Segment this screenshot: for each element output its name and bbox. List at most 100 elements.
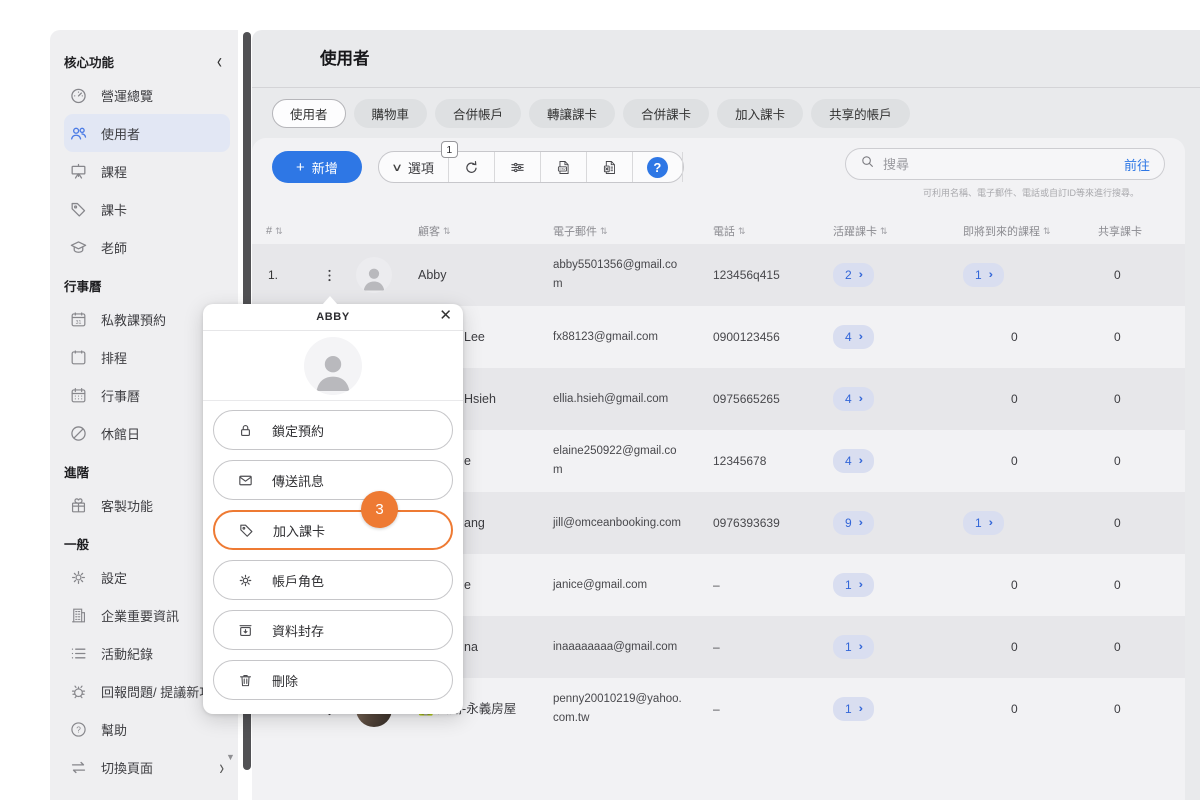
- customer-phone: –: [713, 640, 833, 654]
- sort-icon: ⇅: [600, 226, 608, 237]
- table-header-row: # ⇅ 顧客 ⇅ 電子郵件 ⇅ 電話 ⇅ 活躍課卡 ⇅ 即將到來的課程 ⇅ 共享…: [252, 218, 1185, 244]
- customer-name[interactable]: Abby: [418, 266, 553, 285]
- bug-icon: [69, 682, 88, 701]
- help-icon: ?: [69, 720, 88, 739]
- chevron-right-icon: ›: [858, 393, 862, 405]
- sidebar-item[interactable]: 使用者: [64, 114, 230, 152]
- sidebar-scroll-down-icon[interactable]: ▼: [226, 752, 235, 762]
- tab-0[interactable]: 使用者: [272, 99, 346, 128]
- sort-icon: ⇅: [880, 226, 888, 237]
- help-button[interactable]: ?: [633, 152, 683, 182]
- close-icon[interactable]: ✕: [439, 308, 452, 323]
- popup-menu-item-2[interactable]: 加入課卡 3: [213, 510, 453, 550]
- shared-cards-value: 0: [1098, 454, 1178, 468]
- shared-cards-value: 0: [1098, 268, 1178, 282]
- gauge-icon: [69, 86, 88, 105]
- options-dropdown-button[interactable]: ∨ 選項: [379, 152, 449, 182]
- active-cards-pill[interactable]: 4›: [833, 387, 874, 411]
- popup-menu-item-4[interactable]: 資料封存: [213, 610, 453, 650]
- customer-email: abby5501356@gmail.com: [553, 256, 685, 294]
- sidebar-item[interactable]: 課程: [64, 152, 230, 190]
- tab-2[interactable]: 合併帳戶: [435, 99, 521, 128]
- tab-5[interactable]: 加入課卡: [717, 99, 803, 128]
- popup-menu-item-1[interactable]: 傳送訊息: [213, 460, 453, 500]
- svg-text:?: ?: [76, 724, 81, 734]
- chevron-right-icon: ›: [858, 579, 862, 591]
- upcoming-classes-value: 0: [963, 454, 1018, 468]
- sidebar-item[interactable]: 老師: [64, 228, 230, 266]
- column-header[interactable]: 活躍課卡 ⇅: [833, 223, 963, 239]
- active-cards-pill[interactable]: 1›: [833, 697, 874, 721]
- sidebar-item[interactable]: 切換頁面 ›: [64, 748, 230, 786]
- active-cards-pill[interactable]: 1›: [833, 573, 874, 597]
- search-go-button[interactable]: 前往: [1124, 155, 1150, 174]
- upcoming-classes-value: 0: [963, 392, 1018, 406]
- avatar: [356, 257, 392, 293]
- popup-menu: 鎖定預約 傳送訊息 加入課卡 3 帳戶角色 資料封存 刪除: [203, 401, 463, 714]
- active-cards-pill[interactable]: 1›: [833, 635, 874, 659]
- chevron-right-icon: ›: [988, 269, 992, 281]
- customer-email: jill@omceanbooking.com: [553, 514, 685, 533]
- active-cards-pill[interactable]: 2›: [833, 263, 874, 287]
- chevron-right-icon: ›: [858, 331, 862, 343]
- calendar31-icon: 31: [69, 310, 88, 329]
- upcoming-classes-value: 0: [963, 640, 1018, 654]
- customer-phone: –: [713, 578, 833, 592]
- active-cards-pill[interactable]: 9›: [833, 511, 874, 535]
- customer-phone: 123456q415: [713, 268, 833, 282]
- column-header[interactable]: 電子郵件 ⇅: [553, 223, 713, 239]
- lock-icon: [237, 422, 254, 439]
- tag-icon: [238, 522, 255, 539]
- column-header[interactable]: # ⇅: [266, 225, 318, 237]
- chevron-down-icon: ∨: [391, 161, 403, 174]
- mail-icon: [237, 472, 254, 489]
- column-header[interactable]: 顧客 ⇅: [418, 223, 553, 239]
- sidebar-item[interactable]: 營運總覽: [64, 76, 230, 114]
- upcoming-classes-value: 0: [963, 578, 1018, 592]
- active-cards-pill[interactable]: 4›: [833, 449, 874, 473]
- row-menu-button[interactable]: [318, 264, 340, 286]
- sort-icon: ⇅: [1043, 226, 1051, 237]
- step-badge: 3: [361, 491, 398, 528]
- tab-1[interactable]: 購物車: [354, 99, 428, 128]
- filter-button[interactable]: [495, 152, 541, 182]
- customer-email: elaine250922@gmail.com: [553, 442, 685, 480]
- column-header[interactable]: 即將到來的課程 ⇅: [963, 223, 1098, 239]
- table-row: 1. Abby abby5501356@gmail.com 123456q415…: [252, 244, 1185, 306]
- tab-4[interactable]: 合併課卡: [623, 99, 709, 128]
- chevron-right-icon: ›: [858, 455, 862, 467]
- app-window: 核心功能 ‹ 營運總覽 使用者 課程 課卡 老師 行事曆 31 私教課預約 排程: [0, 0, 1200, 800]
- collapse-sidebar-icon[interactable]: ‹: [217, 49, 222, 73]
- sidebar-item[interactable]: ? 幫助: [64, 710, 230, 748]
- popup-menu-item-0[interactable]: 鎖定預約: [213, 410, 453, 450]
- chevron-right-icon: ›: [858, 517, 862, 529]
- active-cards-pill[interactable]: 4›: [833, 325, 874, 349]
- question-mark-icon: ?: [647, 157, 668, 178]
- add-button[interactable]: + 新增: [272, 151, 362, 183]
- customer-email: fx88123@gmail.com: [553, 328, 685, 347]
- gear-icon: [237, 572, 254, 589]
- tab-3[interactable]: 轉讓課卡: [529, 99, 615, 128]
- column-header[interactable]: 共享課卡: [1098, 223, 1178, 239]
- sidebar-item[interactable]: 課卡: [64, 190, 230, 228]
- svg-text:31: 31: [76, 319, 82, 325]
- column-header[interactable]: 電話 ⇅: [713, 223, 833, 239]
- sort-icon: ⇅: [738, 226, 746, 237]
- svg-text:CSV: CSV: [559, 166, 566, 170]
- upcoming-classes-pill[interactable]: 1›: [963, 511, 1004, 535]
- search-input[interactable]: [883, 157, 1116, 172]
- popup-menu-item-3[interactable]: 帳戶角色: [213, 560, 453, 600]
- export-csv-button[interactable]: CSV: [541, 152, 587, 182]
- popup-menu-item-5[interactable]: 刪除: [213, 660, 453, 700]
- tag-icon: [69, 200, 88, 219]
- export-excel-button[interactable]: [587, 152, 633, 182]
- shared-cards-value: 0: [1098, 640, 1178, 654]
- popup-title: ABBY: [316, 311, 350, 323]
- upcoming-classes-pill[interactable]: 1›: [963, 263, 1004, 287]
- shared-cards-value: 0: [1098, 330, 1178, 344]
- search-helper-text: 可利用名稱、電子郵件、電話或自訂ID等來進行搜尋。: [845, 186, 1165, 199]
- search-area: 前往 可利用名稱、電子郵件、電話或自訂ID等來進行搜尋。: [845, 148, 1165, 199]
- customer-email: penny20010219@yahoo.com.tw: [553, 690, 685, 728]
- user-action-popup: ABBY ✕ 鎖定預約 傳送訊息 加入課卡 3 帳戶角色 資料封存 刪除: [203, 304, 463, 714]
- tab-6[interactable]: 共享的帳戶: [811, 99, 910, 128]
